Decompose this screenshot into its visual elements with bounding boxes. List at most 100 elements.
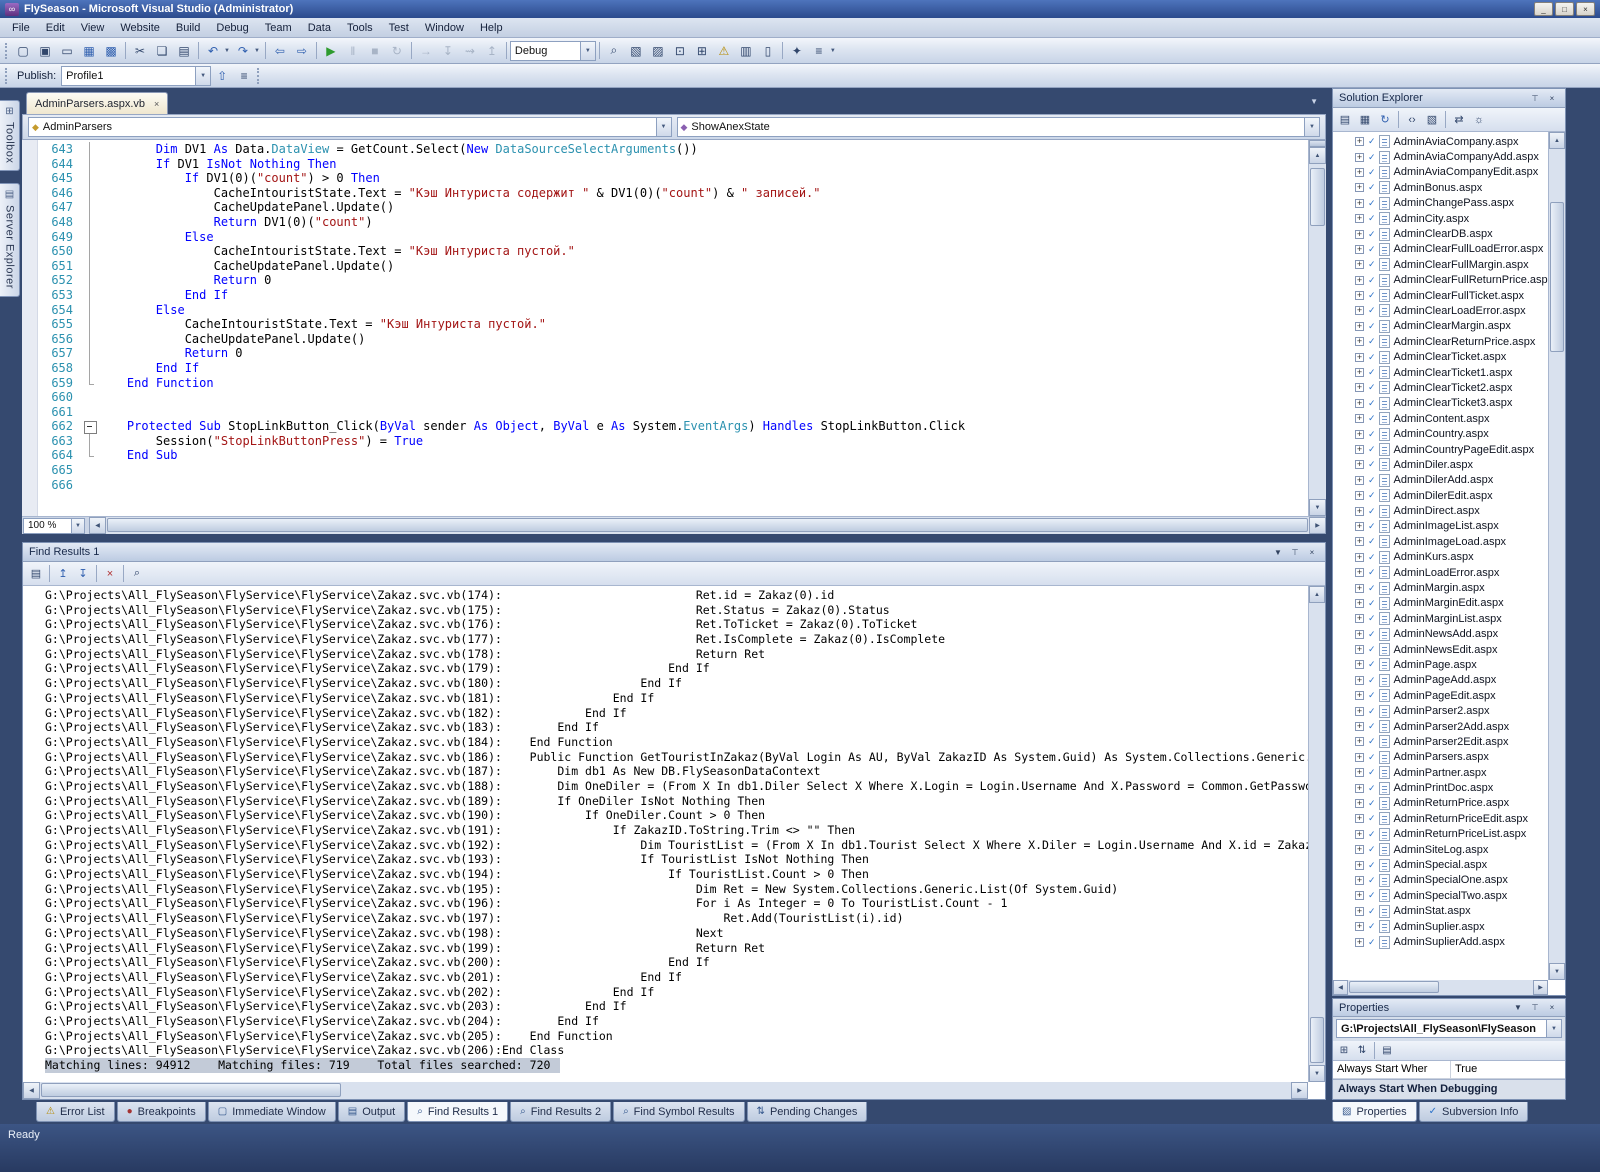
tree-item[interactable]: + ✓ AdminParser2Add.aspx bbox=[1333, 719, 1548, 734]
expand-plus-icon[interactable]: + bbox=[1355, 598, 1364, 608]
expand-plus-icon[interactable]: + bbox=[1355, 814, 1364, 824]
tree-item[interactable]: + ✓ AdminMarginList.aspx bbox=[1333, 611, 1548, 626]
stop-debugging-icon[interactable]: ■ bbox=[364, 40, 386, 62]
menu-item-test[interactable]: Test bbox=[381, 18, 417, 37]
find-results-hscroll-thumb[interactable] bbox=[41, 1083, 341, 1097]
tree-item[interactable]: + ✓ AdminParser2Edit.aspx bbox=[1333, 734, 1548, 749]
find-result-line[interactable]: G:\Projects\All_FlySeason\FlyService\Fly… bbox=[45, 882, 1308, 897]
code-line[interactable]: 648 Return DV1(0)("count") bbox=[39, 214, 1308, 230]
document-tab[interactable]: AdminParsers.aspx.vb × bbox=[26, 92, 169, 114]
editor-split-handle[interactable] bbox=[1309, 140, 1326, 147]
menu-item-help[interactable]: Help bbox=[472, 18, 511, 37]
code-line[interactable]: 658 End If bbox=[39, 360, 1308, 376]
find-result-line[interactable]: G:\Projects\All_FlySeason\FlyService\Fly… bbox=[45, 896, 1308, 911]
tree-item[interactable]: + ✓ AdminDilerAdd.aspx bbox=[1333, 473, 1548, 488]
expand-plus-icon[interactable]: + bbox=[1355, 906, 1364, 916]
scroll-up-icon[interactable]: ▲ bbox=[1549, 132, 1565, 149]
close-icon[interactable]: × bbox=[1545, 92, 1559, 105]
auto-hide-pin-icon[interactable]: ⊤ bbox=[1528, 1001, 1542, 1014]
toolbox-icon[interactable]: ⊞ bbox=[691, 40, 713, 62]
asp-configuration-icon[interactable]: ☼ bbox=[1469, 110, 1489, 130]
tree-item[interactable]: + ✓ AdminClearLoadError.aspx bbox=[1333, 303, 1548, 318]
expand-plus-icon[interactable]: + bbox=[1355, 645, 1364, 655]
close-button[interactable]: × bbox=[1576, 2, 1595, 16]
tree-item[interactable]: + ✓ AdminSpecial.aspx bbox=[1333, 857, 1548, 872]
step-into-icon[interactable]: ↧ bbox=[437, 40, 459, 62]
expand-plus-icon[interactable]: + bbox=[1355, 675, 1364, 685]
code-line[interactable]: 662 Protected Sub StopLinkButton_Click(B… bbox=[39, 419, 1308, 434]
tree-item[interactable]: + ✓ AdminPageAdd.aspx bbox=[1333, 673, 1548, 688]
refresh-icon[interactable]: ↻ bbox=[1375, 110, 1395, 130]
command-window-icon[interactable]: ▯ bbox=[757, 40, 779, 62]
find-result-line[interactable]: G:\Projects\All_FlySeason\FlyService\Fly… bbox=[45, 823, 1308, 838]
property-value-cell[interactable]: True bbox=[1451, 1061, 1565, 1078]
go-next-result-icon[interactable]: ↧ bbox=[73, 564, 93, 584]
redo-icon[interactable]: ↷ bbox=[232, 40, 254, 62]
code-line[interactable]: 650 CacheIntouristState.Text = "Кэш Инту… bbox=[39, 244, 1308, 259]
expand-plus-icon[interactable]: + bbox=[1355, 845, 1364, 855]
solution-explorer-header[interactable]: Solution Explorer ⊤ × bbox=[1333, 89, 1565, 108]
expand-plus-icon[interactable]: + bbox=[1355, 614, 1364, 624]
properties-window-icon[interactable]: ▨ bbox=[647, 40, 669, 62]
chevron-down-icon[interactable]: ▼ bbox=[1546, 1020, 1561, 1037]
tab-output[interactable]: ▤ Output bbox=[337, 1102, 406, 1122]
tree-item[interactable]: + ✓ AdminStat.aspx bbox=[1333, 904, 1548, 919]
expand-plus-icon[interactable]: + bbox=[1355, 737, 1364, 747]
tree-item[interactable]: + ✓ AdminClearDB.aspx bbox=[1333, 226, 1548, 241]
tab-properties[interactable]: ▨ Properties bbox=[1332, 1102, 1417, 1122]
code-line[interactable]: 660 bbox=[39, 390, 1308, 405]
find-results-header[interactable]: Find Results 1 ▼ ⊤ × bbox=[23, 543, 1325, 562]
expand-plus-icon[interactable]: + bbox=[1355, 568, 1364, 578]
auto-hide-pin-icon[interactable]: ⊤ bbox=[1528, 92, 1542, 105]
editor-horizontal-scrollbar[interactable]: ◀ ▶ bbox=[89, 517, 1326, 534]
find-result-line[interactable]: G:\Projects\All_FlySeason\FlyService\Fly… bbox=[45, 838, 1308, 853]
code-line[interactable]: 653 End If bbox=[39, 287, 1308, 303]
tab-find-symbol-results[interactable]: ⌕ Find Symbol Results bbox=[613, 1102, 745, 1122]
find-result-line[interactable]: G:\Projects\All_FlySeason\FlyService\Fly… bbox=[45, 955, 1308, 970]
scroll-down-icon[interactable]: ▼ bbox=[1309, 1065, 1325, 1082]
find-result-line[interactable]: G:\Projects\All_FlySeason\FlyService\Fly… bbox=[45, 999, 1308, 1014]
chevron-down-icon[interactable]: ▼ bbox=[1304, 118, 1319, 136]
find-result-line[interactable]: G:\Projects\All_FlySeason\FlyService\Fly… bbox=[45, 632, 1308, 647]
tree-item[interactable]: + ✓ AdminPageEdit.aspx bbox=[1333, 688, 1548, 703]
immediate-window-icon[interactable]: ▥ bbox=[735, 40, 757, 62]
scroll-right-icon[interactable]: ▶ bbox=[1533, 980, 1548, 995]
tree-item[interactable]: + ✓ AdminSuplierAdd.aspx bbox=[1333, 934, 1548, 949]
object-browser-icon[interactable]: ⊡ bbox=[669, 40, 691, 62]
code-line[interactable]: 665 bbox=[39, 463, 1308, 478]
find-result-line[interactable]: G:\Projects\All_FlySeason\FlyService\Fly… bbox=[45, 720, 1308, 735]
find-result-line[interactable]: G:\Projects\All_FlySeason\FlyService\Fly… bbox=[45, 794, 1308, 809]
tree-item[interactable]: + ✓ AdminClearFullReturnPrice.asp bbox=[1333, 273, 1548, 288]
expand-plus-icon[interactable]: + bbox=[1355, 521, 1364, 531]
expand-plus-icon[interactable]: + bbox=[1355, 783, 1364, 793]
expand-plus-icon[interactable]: + bbox=[1355, 214, 1364, 224]
maximize-button[interactable]: □ bbox=[1555, 2, 1574, 16]
menu-item-team[interactable]: Team bbox=[257, 18, 300, 37]
code-line[interactable]: 649 Else bbox=[39, 229, 1308, 245]
tree-item[interactable]: + ✓ AdminSpecialOne.aspx bbox=[1333, 873, 1548, 888]
tree-item[interactable]: + ✓ AdminAviaCompanyAdd.aspx bbox=[1333, 149, 1548, 164]
find-result-line[interactable]: G:\Projects\All_FlySeason\FlyService\Fly… bbox=[45, 764, 1308, 779]
scroll-right-icon[interactable]: ▶ bbox=[1309, 517, 1326, 534]
solution-explorer-horizontal-scrollbar[interactable]: ◀ ▶ bbox=[1333, 980, 1548, 995]
tree-item[interactable]: + ✓ AdminBonus.aspx bbox=[1333, 180, 1548, 195]
expand-plus-icon[interactable]: + bbox=[1355, 460, 1364, 470]
tree-item[interactable]: + ✓ AdminClearTicket1.aspx bbox=[1333, 365, 1548, 380]
tree-item[interactable]: + ✓ AdminClearTicket.aspx bbox=[1333, 349, 1548, 364]
chevron-down-icon[interactable]: ▼ bbox=[71, 518, 84, 533]
show-next-statement-icon[interactable]: → bbox=[415, 40, 437, 62]
tab-find-results-2[interactable]: ⌕ Find Results 2 bbox=[510, 1102, 612, 1122]
expand-plus-icon[interactable]: + bbox=[1355, 445, 1364, 454]
find-result-line[interactable]: G:\Projects\All_FlySeason\FlyService\Fly… bbox=[45, 617, 1308, 632]
tab-find-results-1[interactable]: ⌕ Find Results 1 bbox=[407, 1102, 509, 1122]
tree-item[interactable]: + ✓ AdminKurs.aspx bbox=[1333, 550, 1548, 565]
expand-plus-icon[interactable]: + bbox=[1355, 414, 1364, 424]
properties-object-combo[interactable]: G:\Projects\All_FlySeason\FlySeason ▼ bbox=[1336, 1019, 1562, 1038]
categorized-icon[interactable]: ⊞ bbox=[1335, 1042, 1353, 1060]
code-line[interactable]: 664 End Sub bbox=[39, 448, 1308, 463]
close-icon[interactable]: × bbox=[1545, 1001, 1559, 1014]
restart-icon[interactable]: ↻ bbox=[386, 40, 408, 62]
tree-item[interactable]: + ✓ AdminClearReturnPrice.aspx bbox=[1333, 334, 1548, 349]
solution-explorer-icon[interactable]: ▧ bbox=[625, 40, 647, 62]
expand-plus-icon[interactable]: + bbox=[1355, 629, 1364, 639]
